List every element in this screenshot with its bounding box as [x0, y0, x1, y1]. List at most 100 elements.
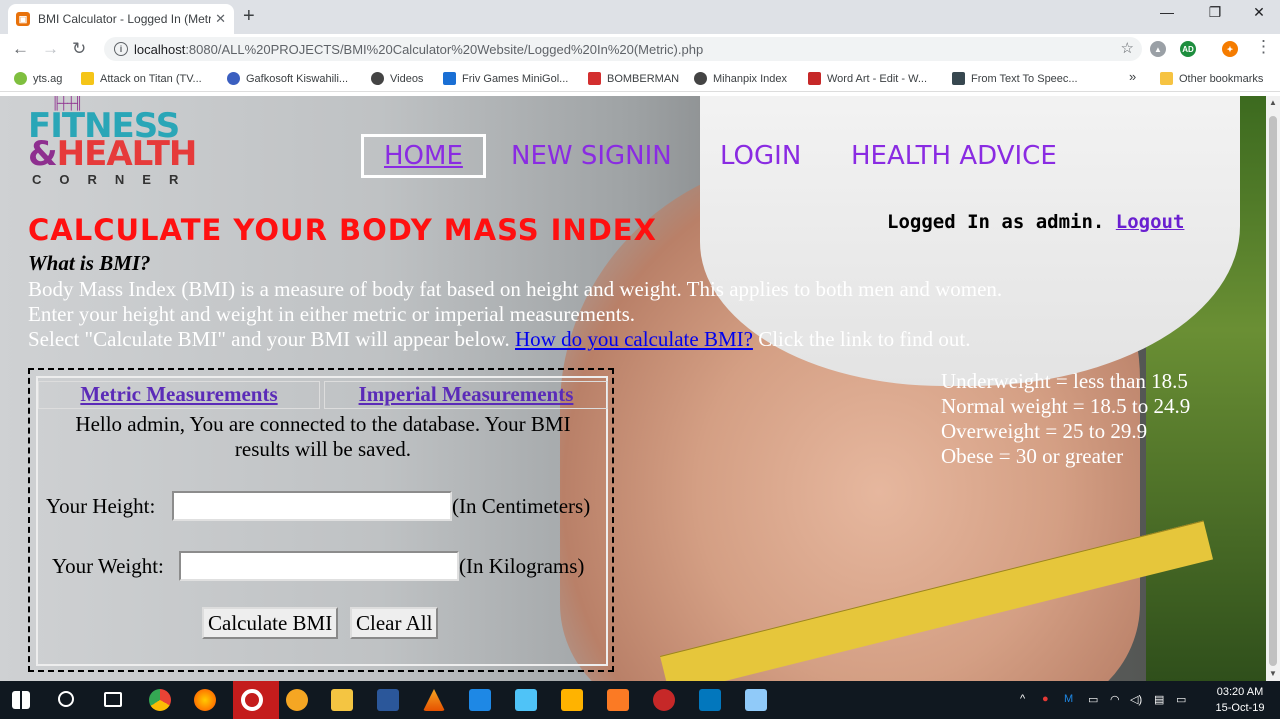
wifi-icon[interactable]: ◠ [1110, 693, 1120, 706]
weight-unit: (In Kilograms) [459, 554, 585, 578]
bookmark-icon [227, 72, 240, 85]
app-icon[interactable] [515, 689, 537, 711]
bookmark-item[interactable]: Videos [371, 72, 423, 85]
category-overweight: Overweight = 25 to 29.9 [941, 419, 1148, 443]
profile-avatar-icon[interactable]: AD [1180, 41, 1196, 57]
logged-in-status: Logged In as admin. Logout [887, 211, 1184, 233]
tray-expand-icon[interactable]: ^ [1020, 693, 1025, 705]
xampp-icon[interactable] [607, 689, 629, 711]
app-icon[interactable] [561, 689, 583, 711]
vlc-icon[interactable] [423, 689, 445, 711]
height-label: Your Height: [46, 494, 156, 518]
globe-icon [694, 72, 707, 85]
chrome-icon[interactable] [149, 689, 171, 711]
nav-health-advice[interactable]: HEALTH ADVICE [851, 141, 1057, 171]
windows-start-icon[interactable] [12, 691, 30, 709]
logged-in-text: Logged In as admin. [887, 211, 1105, 233]
address-bar[interactable]: i localhost :8080/ALL%20PROJECTS/BMI%20C… [104, 37, 1142, 61]
logo-health-text: &HEALTH [28, 134, 197, 174]
bookmark-item[interactable]: Gafkosoft Kiswahili... [227, 72, 348, 85]
tab-close-icon[interactable]: ✕ [215, 11, 226, 27]
nav-login[interactable]: LOGIN [720, 141, 801, 171]
scroll-up-icon[interactable]: ▲ [1266, 98, 1280, 107]
volume-icon[interactable]: ◁) [1130, 693, 1142, 706]
page-scrollbar[interactable]: ▲ ▼ [1266, 96, 1280, 681]
intro-paragraph-2: Enter your height and weight in either m… [28, 302, 636, 326]
maximize-button[interactable]: ❐ [1192, 4, 1238, 21]
weight-label: Your Weight: [52, 554, 164, 578]
bookmark-item[interactable]: yts.ag [14, 72, 62, 85]
minimize-button[interactable]: — [1144, 4, 1190, 20]
firefox-icon[interactable] [194, 689, 216, 711]
browser-menu-icon[interactable]: ⋮ [1255, 37, 1272, 57]
forward-button[interactable]: → [42, 39, 59, 59]
app-icon[interactable] [699, 689, 721, 711]
bookmark-star-icon[interactable]: ☆ [1121, 39, 1134, 57]
url-path: :8080/ALL%20PROJECTS/BMI%20Calculator%20… [185, 41, 704, 57]
site-info-icon[interactable]: i [114, 42, 128, 56]
site-logo[interactable]: ╟┼┼╢ FITNESS &HEALTH CORNER [28, 96, 218, 188]
other-bookmarks-folder[interactable]: Other bookmarks [1160, 72, 1263, 85]
url-host: localhost [134, 41, 186, 57]
bookmark-item[interactable]: From Text To Speec... [952, 72, 1078, 85]
category-underweight: Underweight = less than 18.5 [941, 369, 1188, 393]
bookmark-icon [808, 72, 821, 85]
app-icon[interactable] [745, 689, 767, 711]
back-button[interactable]: ← [12, 39, 29, 59]
connection-message: Hello admin, You are connected to the da… [75, 412, 571, 461]
intro-paragraph-1: Body Mass Index (BMI) is a measure of bo… [28, 277, 1003, 301]
nav-home[interactable]: HOME [361, 134, 486, 178]
bookmark-item[interactable]: Mihanpix Index [694, 72, 787, 85]
nav-new-signin[interactable]: NEW SIGNIN [511, 141, 672, 171]
tab-title: BMI Calculator - Logged In (Metri [38, 12, 212, 26]
extension-icon[interactable]: ▲ [1150, 41, 1166, 57]
opera-icon[interactable] [241, 689, 263, 711]
app-icon[interactable] [469, 689, 491, 711]
calculate-bmi-button[interactable]: Calculate BMI [202, 607, 339, 639]
category-normal: Normal weight = 18.5 to 24.9 [941, 394, 1191, 418]
app-icon[interactable] [286, 689, 308, 711]
clear-all-button[interactable]: Clear All [350, 607, 439, 639]
what-is-bmi-heading: What is BMI? [28, 251, 151, 275]
bmi-categories: Underweight = less than 18.5 Normal weig… [941, 369, 1190, 469]
bookmark-item[interactable]: Attack on Titan (TV... [81, 72, 202, 85]
scroll-down-icon[interactable]: ▼ [1266, 669, 1280, 678]
tray-app-icon[interactable]: ● [1042, 693, 1049, 705]
taskbar-clock[interactable]: 03:20 AM 15-Oct-19 [1206, 684, 1274, 716]
logout-link[interactable]: Logout [1116, 211, 1185, 233]
how-calculate-bmi-link[interactable]: How do you calculate BMI? [515, 327, 753, 351]
bookmark-item[interactable]: Word Art - Edit - W... [808, 72, 927, 85]
task-view-icon[interactable] [104, 692, 122, 707]
app-icon[interactable] [653, 689, 675, 711]
tab-imperial[interactable]: Imperial Measurements [324, 381, 608, 409]
intro-paragraph-3: Select "Calculate BMI" and your BMI will… [28, 327, 971, 351]
bookmark-item[interactable]: Friv Games MiniGol... [443, 72, 568, 85]
tab-metric[interactable]: Metric Measurements [38, 381, 320, 409]
folder-icon [1160, 72, 1173, 85]
file-explorer-icon[interactable] [331, 689, 353, 711]
bookmark-icon [14, 72, 27, 85]
word-icon[interactable] [377, 689, 399, 711]
new-tab-button[interactable]: + [243, 5, 255, 28]
bookmarks-more-button[interactable]: » [1129, 69, 1136, 84]
height-unit: (In Centimeters) [452, 494, 591, 518]
category-obese: Obese = 30 or greater [941, 444, 1124, 468]
search-icon[interactable] [58, 691, 74, 707]
reload-button[interactable]: ↻ [72, 39, 86, 59]
extension-puzzle-icon[interactable]: ✦ [1222, 41, 1238, 57]
browser-tab[interactable]: ▣ BMI Calculator - Logged In (Metri ✕ [8, 4, 234, 34]
bookmark-icon [952, 72, 965, 85]
bmi-form-inner: Metric Measurements Imperial Measurement… [36, 376, 608, 666]
notification-icon[interactable]: ▤ [1154, 693, 1164, 706]
site-favicon-icon: ▣ [16, 12, 30, 26]
tray-app-icon[interactable]: M [1064, 693, 1073, 705]
logo-corner-text: CORNER [32, 172, 197, 187]
battery-icon[interactable]: ▭ [1088, 693, 1098, 706]
close-window-button[interactable]: ✕ [1236, 4, 1280, 21]
keyboard-icon[interactable]: ▭ [1176, 693, 1186, 706]
height-input[interactable] [172, 491, 452, 521]
weight-input[interactable] [179, 551, 459, 581]
bookmark-item[interactable]: BOMBERMAN [588, 72, 679, 85]
scrollbar-thumb[interactable] [1269, 116, 1277, 666]
clock-date: 15-Oct-19 [1215, 702, 1265, 714]
